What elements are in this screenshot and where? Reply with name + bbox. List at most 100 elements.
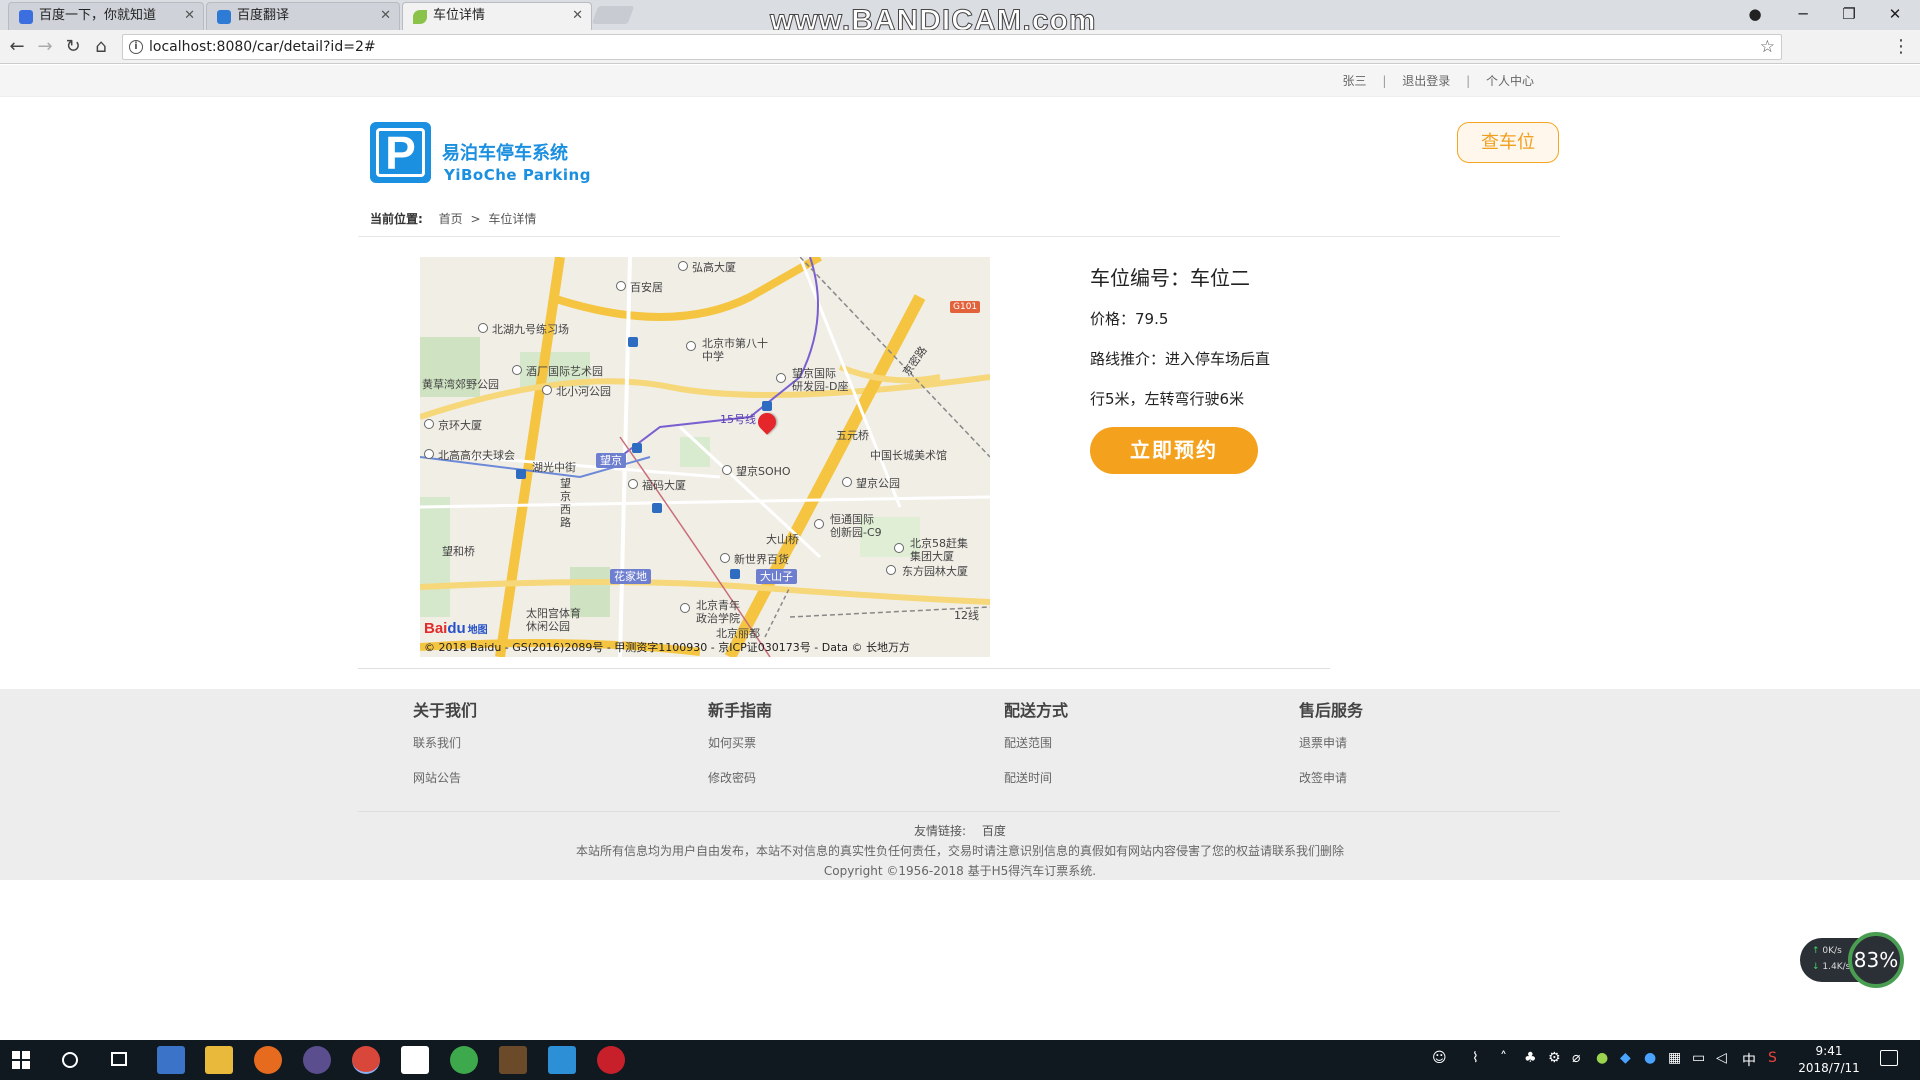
breadcrumb-home-link[interactable]: 首页 xyxy=(439,212,463,226)
url-text[interactable]: localhost:8080/car/detail?id=2# xyxy=(149,35,376,59)
map-poi-icon xyxy=(894,543,904,553)
close-window-button[interactable]: ✕ xyxy=(1872,0,1918,30)
logout-link[interactable]: 退出登录 xyxy=(1390,74,1462,88)
tray-app-icon[interactable]: ● xyxy=(1644,1050,1656,1066)
qq-icon[interactable]: ♣ xyxy=(1524,1050,1537,1066)
tab-title: 百度翻译 xyxy=(237,8,290,23)
map-label: 北小河公园 xyxy=(556,385,611,398)
info-icon[interactable]: i xyxy=(129,40,143,54)
restore-button[interactable]: ❐ xyxy=(1826,0,1872,30)
browser-icon[interactable] xyxy=(450,1046,478,1074)
network-speed-widget[interactable]: ↑ 0K/s ↓ 1.4K/s 83% xyxy=(1800,932,1904,988)
app-icon[interactable] xyxy=(499,1046,527,1074)
address-bar[interactable]: i localhost:8080/car/detail?id=2# ☆ xyxy=(122,34,1782,60)
footer-link[interactable]: 网站公告 xyxy=(413,769,461,786)
profile-icon[interactable]: ● xyxy=(1732,0,1778,30)
network-icon[interactable]: ▭ xyxy=(1692,1050,1705,1066)
volume-icon[interactable]: ◁ xyxy=(1716,1050,1727,1066)
download-arrow-icon: ↓ xyxy=(1812,962,1820,972)
forward-icon[interactable]: → xyxy=(32,34,58,60)
map-label: 京环大厦 xyxy=(438,419,482,432)
tray-app-icon[interactable]: ● xyxy=(1596,1050,1608,1066)
location-map[interactable]: 弘高大厦 百安居 北湖九号练习场 北京市第八十 中学 酒厂国际艺术园 黄草湾郊野… xyxy=(420,257,990,657)
map-label: 研发园-D座 xyxy=(792,380,849,393)
reload-icon[interactable]: ↻ xyxy=(60,34,86,60)
thermometer-icon[interactable]: ⌀ xyxy=(1572,1050,1580,1066)
memory-gauge: 83% xyxy=(1848,932,1904,988)
bandicam-record-icon[interactable] xyxy=(597,1046,625,1074)
map-poi-icon xyxy=(680,603,690,613)
close-icon[interactable]: ✕ xyxy=(572,3,583,29)
map-label: 政治学院 xyxy=(696,612,740,625)
paint-icon[interactable] xyxy=(401,1046,429,1074)
taskbar-clock[interactable]: 9:41 2018/7/11 xyxy=(1798,1043,1860,1077)
divider xyxy=(358,236,1560,237)
tray-app-icon[interactable]: ⚙ xyxy=(1548,1050,1561,1066)
windows-start-icon[interactable] xyxy=(12,1051,30,1069)
map-copyright: © 2018 Baidu - GS(2016)2089号 - 甲测资字11009… xyxy=(424,641,911,654)
browser-menu-icon[interactable]: ⋮ xyxy=(1892,34,1910,60)
map-label: 15号线 xyxy=(720,413,756,426)
breadcrumb-separator: > xyxy=(470,212,481,226)
footer-link[interactable]: 改签申请 xyxy=(1299,769,1347,786)
footer-link[interactable]: 配送范围 xyxy=(1004,734,1052,751)
wifi-icon[interactable]: ⌇ xyxy=(1472,1050,1479,1066)
profile-link[interactable]: 个人中心 xyxy=(1474,74,1546,88)
map-label: 望京SOHO xyxy=(736,465,791,478)
back-icon[interactable]: ← xyxy=(4,34,30,60)
clock-time: 9:41 xyxy=(1815,1044,1843,1058)
new-tab-button[interactable] xyxy=(591,6,635,24)
tab-baidu[interactable]: 百度一下，你就知道 ✕ xyxy=(8,2,204,30)
footer-link[interactable]: 如何买票 xyxy=(708,734,756,751)
home-icon[interactable]: ⌂ xyxy=(88,34,114,60)
ime-indicator[interactable]: 中 xyxy=(1742,1050,1756,1070)
friend-link-baidu[interactable]: 百度 xyxy=(982,824,1006,838)
tray-app-icon[interactable]: ▦ xyxy=(1668,1050,1681,1066)
computer-icon[interactable] xyxy=(157,1046,185,1074)
divider: | xyxy=(1382,74,1387,88)
chrome-icon[interactable] xyxy=(352,1046,380,1074)
reserve-now-button[interactable]: 立即预约 xyxy=(1090,427,1258,474)
eclipse-icon[interactable] xyxy=(303,1046,331,1074)
map-poi-icon xyxy=(542,385,552,395)
road-shield: G101 xyxy=(950,301,981,313)
username-link[interactable]: 张三 xyxy=(1331,74,1379,88)
close-icon[interactable]: ✕ xyxy=(184,3,195,29)
tab-spot-detail[interactable]: 车位详情 ✕ xyxy=(402,2,592,30)
footer-link[interactable]: 退票申请 xyxy=(1299,734,1347,751)
tab-baidu-translate[interactable]: 百度翻译 ✕ xyxy=(206,2,400,30)
logo-name-cn: 易泊车停车系统 xyxy=(442,143,568,164)
friend-links-label: 友情链接: xyxy=(914,824,967,838)
map-poi-icon xyxy=(814,519,824,529)
upload-arrow-icon: ↑ xyxy=(1812,946,1820,956)
find-spot-button[interactable]: 查车位 xyxy=(1457,122,1559,163)
breadcrumb-current: 车位详情 xyxy=(488,212,537,226)
search-icon[interactable] xyxy=(62,1052,78,1068)
map-label: 福码大厦 xyxy=(642,479,686,492)
shield-icon[interactable]: ◆ xyxy=(1620,1050,1631,1066)
close-icon[interactable]: ✕ xyxy=(380,3,391,29)
people-icon[interactable]: ☺ xyxy=(1432,1050,1447,1066)
footer-link[interactable]: 配送时间 xyxy=(1004,769,1052,786)
task-view-icon[interactable] xyxy=(111,1052,127,1066)
spot-number: 车位编号：车位二 xyxy=(1090,266,1250,290)
sogou-icon[interactable]: S xyxy=(1768,1050,1777,1066)
footer-link[interactable]: 修改密码 xyxy=(708,769,756,786)
map-label: 新世界百货 xyxy=(734,553,789,566)
notification-icon[interactable] xyxy=(1880,1050,1898,1066)
tab-title: 百度一下，你就知道 xyxy=(39,8,157,23)
minimize-button[interactable]: ─ xyxy=(1780,0,1826,30)
map-poi-icon xyxy=(686,341,696,351)
map-poi-icon xyxy=(776,373,786,383)
bookmark-star-icon[interactable]: ☆ xyxy=(1760,35,1775,59)
map-label: 百安居 xyxy=(630,281,663,294)
firefox-icon[interactable] xyxy=(254,1046,282,1074)
leaf-icon xyxy=(413,10,427,24)
footer-link[interactable]: 联系我们 xyxy=(413,734,461,751)
file-explorer-icon[interactable] xyxy=(205,1046,233,1074)
route-intro-line2: 行5米，左转弯行驶6米 xyxy=(1090,390,1245,408)
copyright: Copyright ©1956-2018 基于H5得汽车订票系统. xyxy=(823,864,1097,878)
chevron-up-icon[interactable]: ˄ xyxy=(1500,1050,1507,1066)
divider xyxy=(358,811,1560,812)
webstorm-icon[interactable] xyxy=(548,1046,576,1074)
